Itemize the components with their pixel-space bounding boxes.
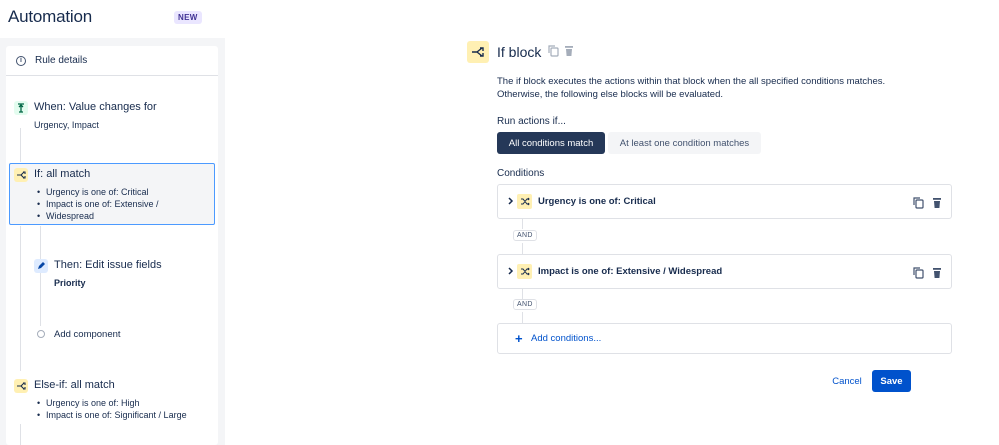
timeline-connector [20,226,21,371]
condition-row[interactable]: Impact is one of: Extensive / Widespread [497,254,952,289]
new-badge: NEW [174,11,202,24]
list-item: Impact is one of: Extensive / [36,198,159,210]
chevron-right-icon[interactable] [506,195,516,207]
conditions-label: Conditions [497,168,545,179]
branch-icon [14,168,28,182]
if-block-title: If: all match [34,168,91,180]
action-title[interactable]: Then: Edit issue fields [54,259,162,271]
action-field: Priority [54,278,86,288]
timeline-connector [20,128,21,162]
run-actions-label: Run actions if... [497,116,566,127]
add-component-dot-icon [37,330,45,338]
trash-icon[interactable] [932,266,944,278]
list-item: Urgency is one of: High [36,397,187,409]
else-if-title[interactable]: Else-if: all match [34,379,115,391]
page-title: Automation [8,7,92,26]
condition-row[interactable]: Urgency is one of: Critical [497,184,952,219]
edit-icon [34,259,48,273]
and-connector [522,243,523,254]
plus-icon: + [515,331,523,346]
trash-icon[interactable] [562,44,576,58]
block-description: The if block executes the actions within… [497,76,886,100]
add-component-link[interactable]: Add component [54,329,121,340]
condition-text: Urgency is one of: Critical [538,196,656,207]
branch-icon [14,379,28,393]
list-item-continuation: Widespread [36,210,159,222]
info-icon: i [16,55,26,66]
trigger-title[interactable]: When: Value changes for [34,101,157,113]
timeline-connector [20,424,21,445]
add-conditions-button[interactable]: + Add conditions... [497,323,952,354]
trash-icon[interactable] [932,196,944,208]
shuffle-icon [517,264,532,279]
rule-details-label: Rule details [35,55,88,66]
list-item: Urgency is one of: Critical [36,186,159,198]
copy-icon[interactable] [913,266,925,279]
trigger-icon [14,101,28,115]
block-title: If block [497,44,542,60]
and-connector [522,289,523,299]
condition-text: Impact is one of: Extensive / Widespread [538,266,723,277]
and-badge: AND [513,230,537,241]
all-conditions-button[interactable]: All conditions match [497,132,605,154]
add-conditions-label: Add conditions... [531,333,602,344]
trigger-fields: Urgency, Impact [34,120,99,130]
rule-card: i Rule details When: Value changes for U… [6,46,218,445]
and-connector [522,219,523,229]
if-conditions-list: Urgency is one of: Critical Impact is on… [36,186,159,222]
else-if-conditions-list: Urgency is one of: High Impact is one of… [36,397,187,421]
if-block-icon [467,41,489,63]
rule-details-item[interactable]: i Rule details [6,46,218,76]
copy-icon[interactable] [913,196,925,209]
chevron-right-icon[interactable] [506,265,516,277]
shuffle-icon [517,194,532,209]
rule-sidebar: i Rule details When: Value changes for U… [0,38,225,445]
cancel-button[interactable]: Cancel [824,370,870,392]
timeline-connector [40,226,41,326]
list-item: Impact is one of: Significant / Large [36,409,187,421]
save-button[interactable]: Save [872,370,911,392]
any-condition-button[interactable]: At least one condition matches [608,132,761,154]
and-connector [522,312,523,323]
copy-icon[interactable] [546,44,560,58]
and-badge: AND [513,299,537,310]
